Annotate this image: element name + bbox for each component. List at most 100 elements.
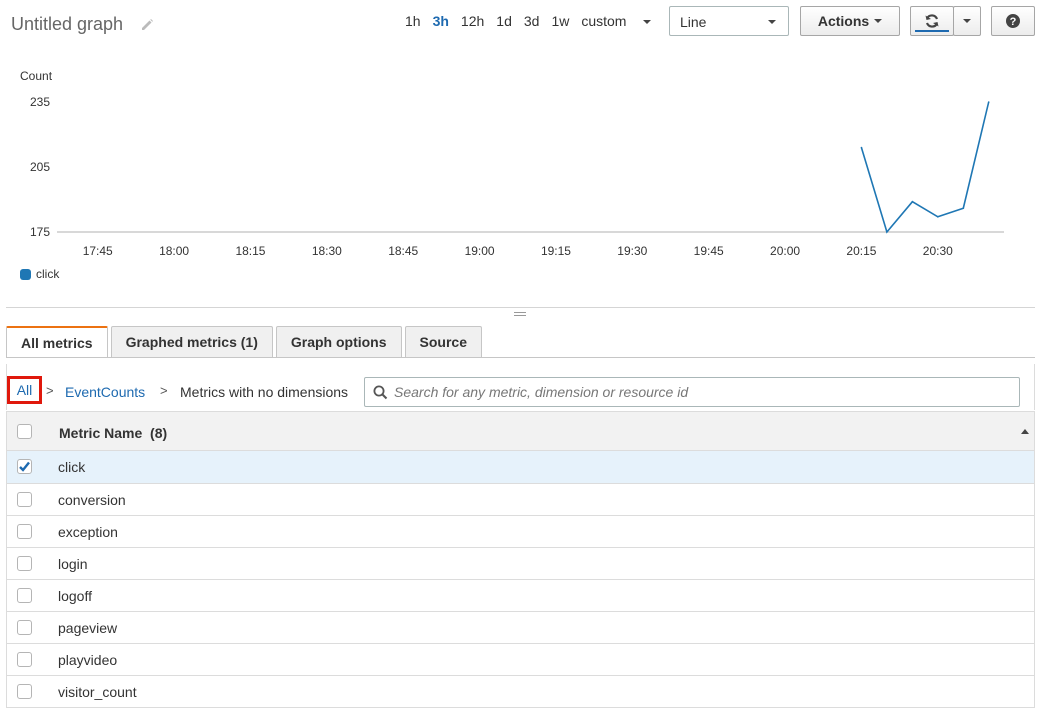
refresh-button[interactable]	[910, 6, 954, 36]
breadcrumb-current: Metrics with no dimensions	[180, 384, 349, 400]
table-row[interactable]: conversion	[7, 484, 1034, 516]
row-checkbox[interactable]	[17, 556, 32, 571]
help-button[interactable]: ?	[991, 6, 1035, 36]
tab-graph-options[interactable]: Graph options	[275, 326, 402, 357]
refresh-active-indicator	[915, 30, 949, 32]
x-tick-label: 18:30	[312, 244, 342, 258]
breadcrumb-separator: >	[160, 383, 168, 398]
graph-type-select[interactable]: Line	[669, 6, 789, 36]
data-point	[860, 146, 863, 149]
graph-title: Untitled graph	[11, 14, 124, 34]
table-row[interactable]: login	[7, 548, 1034, 580]
metric-name: logoff	[58, 588, 92, 604]
graph-type-value: Line	[680, 14, 707, 30]
x-tick-label: 19:30	[617, 244, 647, 258]
data-point	[987, 101, 990, 103]
column-header-label: Metric Name	[59, 425, 143, 441]
x-tick-label: 18:00	[159, 244, 189, 258]
data-point	[937, 216, 939, 218]
data-point	[962, 207, 965, 209]
range-1d[interactable]: 1d	[496, 13, 512, 29]
x-tick-label: 17:45	[83, 244, 113, 258]
metric-name: playvideo	[58, 652, 118, 668]
y-tick-label: 235	[30, 95, 50, 109]
actions-button[interactable]: Actions	[800, 6, 900, 36]
table-header: Metric Name (8)	[7, 411, 1034, 451]
time-range-selector: 1h 3h 12h 1d 3d 1w custom	[405, 13, 675, 29]
line-chart: Count 175 205 235 17:45 18:00 18:15 18:30 18:45 1…	[0, 60, 1046, 290]
chevron-down-icon	[643, 20, 652, 25]
y-tick-label: 205	[30, 160, 50, 174]
select-all-checkbox[interactable]	[17, 424, 32, 439]
chart-svg: Count 175 205 235 17:45 18:00 18:15 18:30 18:45 1…	[20, 69, 1004, 258]
sort-ascending-icon[interactable]	[1021, 429, 1029, 434]
actions-label: Actions	[817, 13, 870, 29]
range-1w[interactable]: 1w	[551, 13, 569, 29]
x-tick-label: 20:30	[923, 244, 953, 258]
search-icon	[373, 385, 388, 400]
row-checkbox[interactable]	[17, 524, 32, 539]
row-checkbox[interactable]	[17, 652, 32, 667]
series-line-click	[860, 101, 990, 234]
metric-name: click	[58, 459, 86, 475]
table-row[interactable]: exception	[7, 516, 1034, 548]
chart-legend[interactable]: click	[20, 267, 59, 281]
search-input[interactable]	[394, 384, 994, 400]
column-header-metric-name[interactable]: Metric Name (8)	[59, 425, 167, 441]
metric-name: login	[58, 556, 88, 572]
legend-swatch	[20, 268, 31, 280]
checkmark-icon	[19, 461, 30, 472]
breadcrumb-all[interactable]: All	[7, 376, 42, 404]
x-tick-label: 20:15	[846, 244, 876, 258]
table-row[interactable]: visitor_count	[7, 676, 1034, 708]
metric-name: pageview	[58, 620, 118, 636]
metric-name: conversion	[58, 492, 126, 508]
metric-name: visitor_count	[58, 684, 137, 700]
table-row[interactable]: click	[7, 451, 1034, 484]
table-row[interactable]: pageview	[7, 612, 1034, 644]
x-tick-label: 19:15	[541, 244, 571, 258]
tabs-baseline	[6, 357, 1035, 358]
metric-count: (8)	[150, 425, 168, 441]
row-checkbox[interactable]	[17, 620, 32, 635]
metric-name: exception	[58, 524, 118, 540]
row-checkbox[interactable]	[17, 684, 32, 699]
help-icon: ?	[1006, 14, 1020, 28]
range-3h[interactable]: 3h	[433, 13, 449, 29]
range-1h[interactable]: 1h	[405, 13, 421, 29]
breadcrumb-eventcounts[interactable]: EventCounts	[65, 384, 145, 400]
pencil-icon[interactable]	[140, 17, 154, 31]
table-row[interactable]: playvideo	[7, 644, 1034, 676]
x-tick-label: 18:15	[235, 244, 265, 258]
breadcrumb-separator: >	[46, 383, 54, 398]
x-tick-label: 18:45	[388, 244, 418, 258]
metrics-table: Metric Name (8) click conversion exception…	[6, 411, 1035, 708]
row-checkbox[interactable]	[17, 459, 32, 474]
svg-text:?: ?	[1010, 16, 1017, 28]
chevron-down-icon	[963, 19, 971, 23]
resize-handle[interactable]	[514, 312, 526, 316]
range-custom[interactable]: custom	[581, 13, 663, 29]
range-12h[interactable]: 12h	[461, 13, 484, 29]
row-checkbox[interactable]	[17, 492, 32, 507]
y-axis-label: Count	[20, 69, 53, 83]
refresh-icon	[925, 14, 939, 28]
tab-graphed-metrics[interactable]: Graphed metrics (1)	[110, 326, 273, 357]
x-tick-label: 20:00	[770, 244, 800, 258]
breadcrumb: All > EventCounts > Metrics with no dime…	[6, 364, 1035, 410]
panel-divider	[6, 307, 1035, 308]
data-point	[911, 200, 914, 203]
refresh-options-button[interactable]	[953, 6, 981, 36]
chevron-down-icon	[874, 19, 883, 23]
data-point	[886, 231, 888, 233]
chevron-down-icon	[768, 20, 776, 24]
metric-search[interactable]	[364, 377, 1020, 407]
table-row[interactable]: logoff	[7, 580, 1034, 612]
tab-all-metrics[interactable]: All metrics	[6, 326, 108, 358]
x-tick-label: 19:00	[465, 244, 495, 258]
x-tick-label: 19:45	[694, 244, 724, 258]
tab-source[interactable]: Source	[404, 326, 482, 357]
range-3d[interactable]: 3d	[524, 13, 540, 29]
row-checkbox[interactable]	[17, 588, 32, 603]
legend-label: click	[36, 267, 60, 281]
